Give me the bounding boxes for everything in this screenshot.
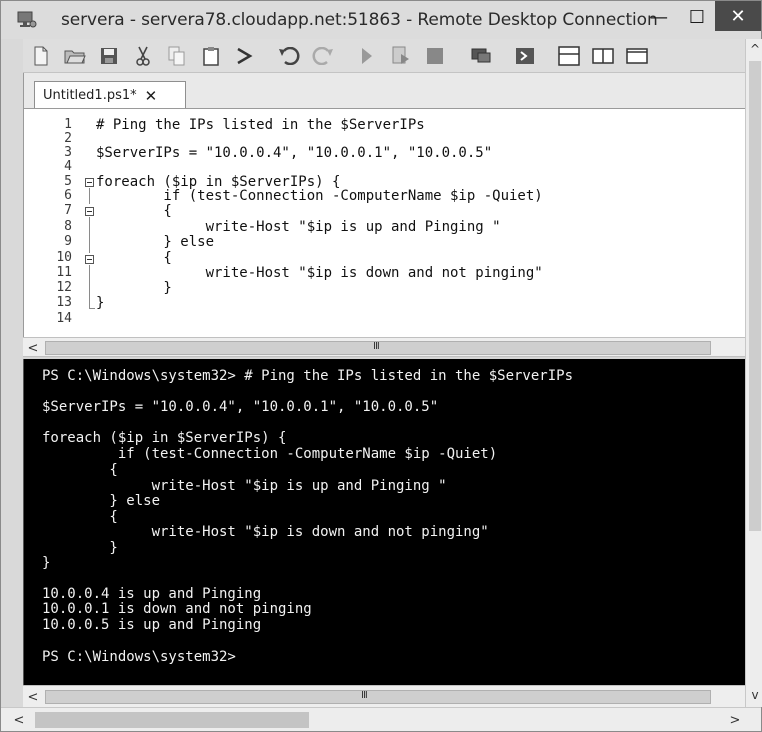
save-icon[interactable] <box>97 45 121 67</box>
minimize-button[interactable]: — <box>639 1 679 33</box>
console-line: write-Host "$ip is down and not pinging" <box>42 524 489 540</box>
code-line: if (test-Connection -ComputerName $ip -Q… <box>96 188 543 204</box>
line-number: 8 <box>64 219 72 234</box>
console-line: $ServerIPs = "10.0.0.4", "10.0.0.1", "10… <box>42 399 439 415</box>
vertical-scroll-thumb[interactable] <box>749 61 761 531</box>
console-line: { <box>42 509 118 525</box>
code-line: { <box>96 203 172 219</box>
console-line: 10.0.0.4 is up and Pinging <box>42 586 262 602</box>
fold-end <box>89 308 95 309</box>
run-script-icon[interactable] <box>355 45 379 67</box>
window-horizontal-scrollbar[interactable]: < > <box>1 707 761 731</box>
new-file-icon[interactable] <box>29 45 53 67</box>
scroll-left-icon[interactable]: < <box>25 689 41 705</box>
console-line: PS C:\Windows\system32> # Ping the IPs l… <box>42 368 574 384</box>
clear-console-icon[interactable] <box>233 45 257 67</box>
line-number: 2 <box>64 131 72 146</box>
show-script-pane-max-icon[interactable] <box>625 45 649 67</box>
console-line: 10.0.0.5 is up and Pinging <box>42 617 262 633</box>
show-script-pane-top-icon[interactable] <box>557 45 581 67</box>
line-number: 3 <box>64 145 72 160</box>
line-number: 11 <box>56 265 72 280</box>
line-number: 4 <box>64 159 72 174</box>
console-pane[interactable]: PS C:\Windows\system32> # Ping the IPs l… <box>23 359 745 685</box>
scroll-grip: III <box>361 690 368 701</box>
console-line: } <box>42 555 51 571</box>
console-line: foreach ($ip in $ServerIPs) { <box>42 430 287 446</box>
scroll-up-icon[interactable]: ^ <box>747 41 762 57</box>
powershell-console-icon[interactable] <box>513 45 537 67</box>
scroll-left-icon[interactable]: < <box>25 340 41 356</box>
line-number: 1 <box>64 117 72 132</box>
scroll-left-icon[interactable]: < <box>11 712 27 728</box>
ise-toolbar <box>23 39 761 73</box>
line-number: 7 <box>64 203 72 218</box>
script-tab-strip: Untitled1.ps1* ✕ <box>23 73 745 109</box>
console-line: 10.0.0.1 is down and not pinging <box>42 601 312 617</box>
cut-icon[interactable] <box>131 45 155 67</box>
tab-label: Untitled1.ps1* <box>43 88 137 103</box>
window-title: servera - servera78.cloudapp.net:51863 -… <box>61 10 658 30</box>
console-line: } <box>42 540 118 556</box>
fold-guide <box>89 265 90 309</box>
show-script-pane-right-icon[interactable] <box>591 45 615 67</box>
code-line: { <box>96 250 172 266</box>
fold-guide <box>89 188 90 204</box>
copy-icon[interactable] <box>165 45 189 67</box>
code-line: foreach ($ip in $ServerIPs) { <box>96 174 341 190</box>
undo-icon[interactable] <box>277 45 301 67</box>
scroll-grip: III <box>373 341 380 352</box>
console-line: write-Host "$ip is up and Pinging " <box>42 478 447 494</box>
close-window-button[interactable]: ✕ <box>715 1 761 31</box>
run-selection-icon[interactable] <box>389 45 413 67</box>
line-number: 6 <box>64 188 72 203</box>
fold-toggle-icon[interactable] <box>85 178 94 187</box>
code-line: } <box>96 280 172 296</box>
open-folder-icon[interactable] <box>63 45 87 67</box>
console-line: if (test-Connection -ComputerName $ip -Q… <box>42 446 498 462</box>
line-number: 14 <box>56 311 72 326</box>
scroll-right-icon[interactable]: > <box>727 712 743 728</box>
console-horizontal-scrollbar[interactable]: < III <box>23 685 745 707</box>
fold-toggle-icon[interactable] <box>85 255 94 264</box>
console-line: } else <box>42 493 161 509</box>
remote-desktop-window: servera - servera78.cloudapp.net:51863 -… <box>0 0 762 732</box>
console-line: PS C:\Windows\system32> <box>42 649 236 665</box>
fold-toggle-icon[interactable] <box>85 207 94 216</box>
code-line: } else <box>96 234 215 250</box>
remote-desktop-app-icon <box>17 11 37 29</box>
window-vertical-scrollbar[interactable]: ^ v <box>745 39 762 707</box>
script-editor[interactable]: 1 2 3 4 5 6 7 8 9 10 11 12 13 14 # Ping … <box>23 108 745 337</box>
line-number: 12 <box>56 280 72 295</box>
code-line: write-Host "$ip is down and not pinging" <box>96 265 543 281</box>
console-scroll-thumb[interactable] <box>45 690 711 704</box>
line-number: 13 <box>56 295 72 310</box>
horizontal-scroll-thumb[interactable] <box>35 712 309 728</box>
title-bar: servera - servera78.cloudapp.net:51863 -… <box>1 1 761 39</box>
tab-close-icon[interactable]: ✕ <box>145 87 158 105</box>
code-line: # Ping the IPs listed in the $ServerIPs <box>96 117 425 133</box>
editor-horizontal-scrollbar[interactable]: < III <box>23 337 745 357</box>
scroll-down-icon[interactable]: v <box>747 687 762 703</box>
fold-guide <box>89 217 90 253</box>
code-line: $ServerIPs = "10.0.0.4", "10.0.0.1", "10… <box>96 145 493 161</box>
maximize-button[interactable]: ☐ <box>679 1 715 33</box>
line-number: 10 <box>56 250 72 265</box>
redo-icon[interactable] <box>311 45 335 67</box>
left-frame-strip <box>1 39 23 707</box>
line-number: 5 <box>64 174 72 189</box>
remote-powershell-icon[interactable] <box>469 45 493 67</box>
code-line: write-Host "$ip is up and Pinging " <box>96 219 501 235</box>
tab-untitled1[interactable]: Untitled1.ps1* ✕ <box>34 81 186 109</box>
console-line: { <box>42 462 118 478</box>
code-line: } <box>96 295 105 311</box>
paste-icon[interactable] <box>199 45 223 67</box>
stop-icon[interactable] <box>423 45 447 67</box>
line-number: 9 <box>64 234 72 249</box>
